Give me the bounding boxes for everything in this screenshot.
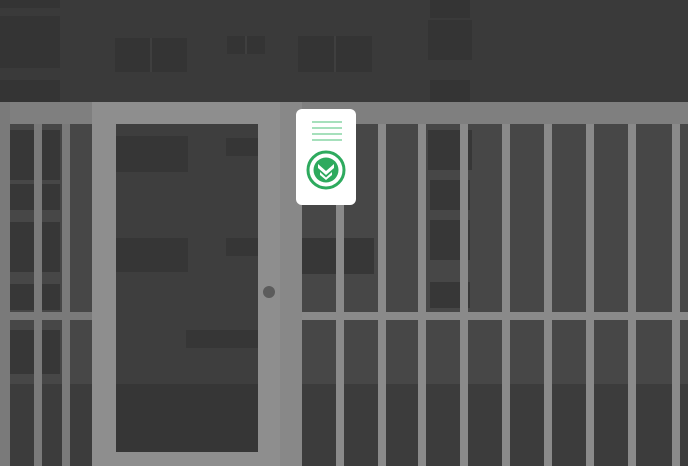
door-knob-icon [263, 286, 275, 298]
security-badge-card [296, 109, 356, 205]
gate-scene-svg [0, 0, 688, 466]
shield-check-icon [306, 150, 346, 190]
security-gate-illustration [0, 0, 688, 466]
